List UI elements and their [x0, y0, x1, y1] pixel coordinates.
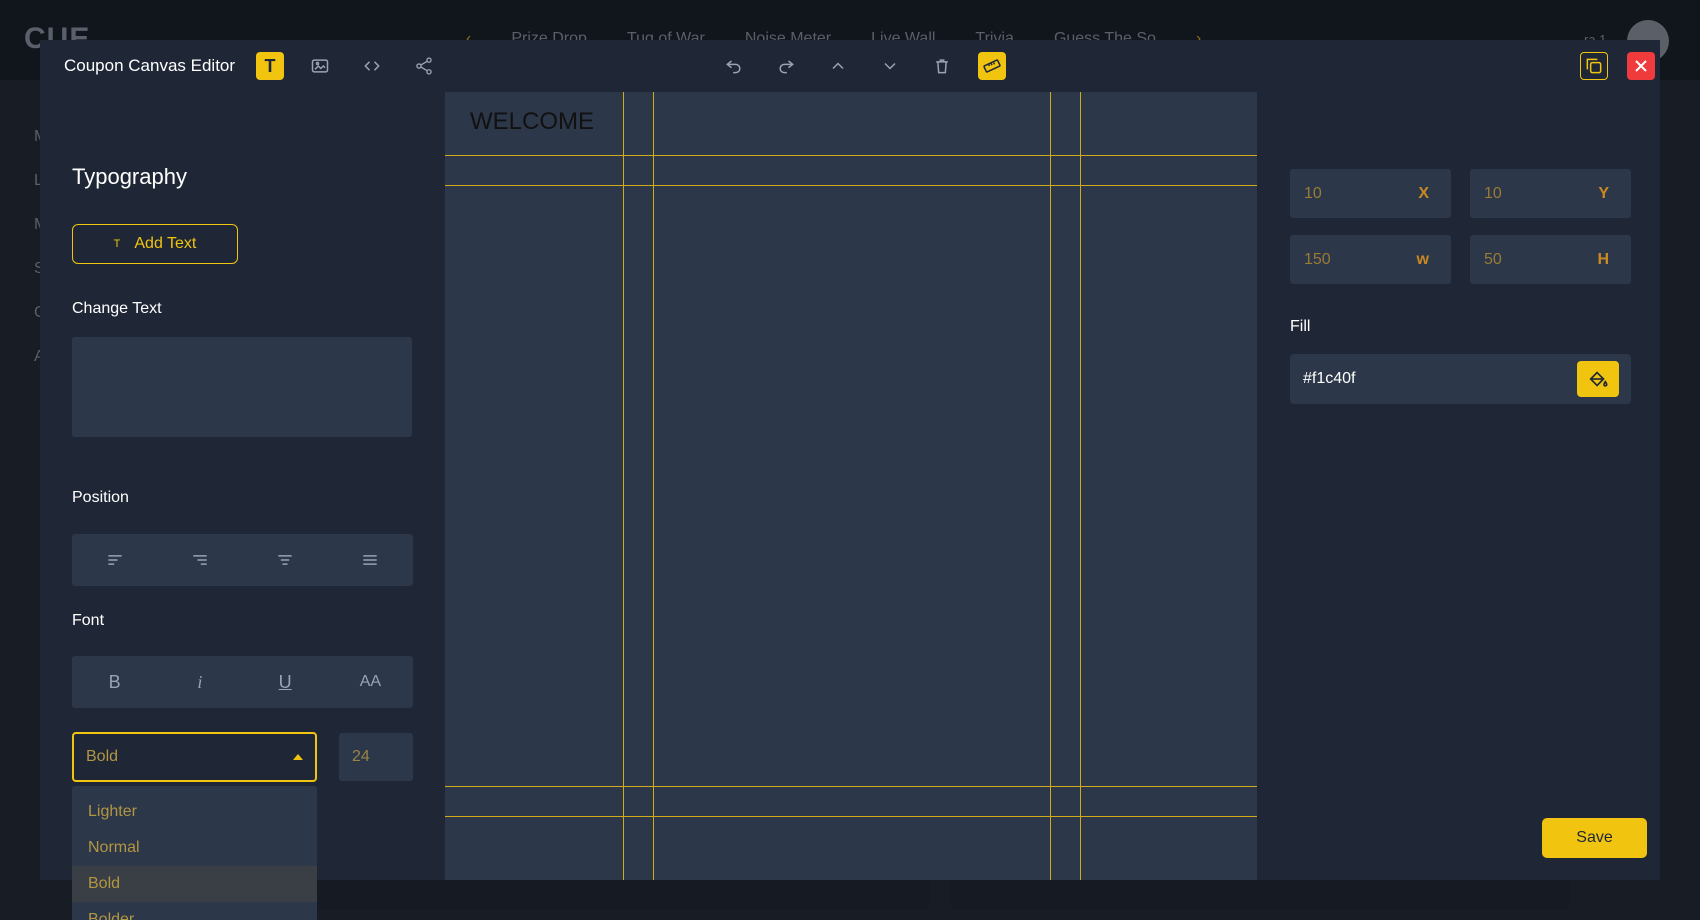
align-center-button[interactable] [271, 546, 299, 574]
text-tool-button[interactable]: T [256, 52, 284, 80]
coupon-canvas[interactable]: WELCOME [445, 92, 1257, 880]
text-icon: T [113, 238, 121, 250]
width-label: w [1416, 250, 1429, 268]
font-weight-option[interactable]: Lighter [72, 794, 317, 830]
y-input[interactable]: 10 Y [1470, 169, 1631, 218]
close-button[interactable] [1627, 52, 1655, 80]
guide-line [653, 92, 654, 880]
align-right-icon [193, 555, 207, 565]
fill-color-picker-button[interactable] [1577, 361, 1619, 397]
guide-line [445, 185, 1257, 186]
typography-panel: Typography T Add Text Change Text Positi… [40, 92, 445, 920]
underline-icon: U [278, 671, 292, 692]
guide-line [1080, 92, 1081, 880]
font-weight-dropdown: Lighter Normal Bold Bolder [72, 786, 317, 920]
bold-icon: B [108, 671, 121, 692]
send-backward-button[interactable] [876, 52, 904, 80]
chevron-up-icon [832, 62, 844, 70]
redo-button[interactable] [772, 52, 800, 80]
font-size-icon: AA [359, 673, 382, 690]
align-justify-button[interactable] [356, 546, 384, 574]
x-label: X [1418, 184, 1429, 202]
y-label: Y [1598, 184, 1609, 202]
delete-button[interactable] [928, 52, 956, 80]
underline-button[interactable]: U [271, 668, 299, 696]
share-icon [416, 57, 432, 75]
italic-button[interactable]: i [186, 668, 214, 696]
font-weight-select[interactable]: Bold [72, 732, 317, 782]
height-input[interactable]: 50 H [1470, 235, 1631, 284]
width-value: 150 [1304, 250, 1331, 268]
code-icon [364, 61, 380, 71]
alignment-buttons [72, 534, 413, 586]
guide-line [445, 155, 1257, 156]
height-label: H [1597, 250, 1609, 268]
font-weight-value: Bold [86, 748, 119, 765]
align-left-button[interactable] [101, 546, 129, 574]
align-right-button[interactable] [186, 546, 214, 574]
modal-title: Coupon Canvas Editor [64, 56, 236, 75]
bring-forward-button[interactable] [824, 52, 852, 80]
font-weight-option[interactable]: Bolder [72, 902, 317, 920]
copy-icon [1586, 58, 1602, 74]
height-value: 50 [1484, 250, 1502, 268]
image-icon [311, 59, 329, 73]
properties-panel: 10 X 10 Y 150 w 50 H Fill #f1c40f [1257, 92, 1660, 880]
font-size-button[interactable]: AA [356, 668, 384, 696]
ruler-toggle-button[interactable] [978, 52, 1006, 80]
x-value: 10 [1304, 184, 1322, 202]
canvas-text-element[interactable]: WELCOME [470, 108, 594, 136]
undo-icon [726, 60, 741, 74]
y-value: 10 [1484, 184, 1502, 202]
save-button[interactable]: Save [1542, 818, 1647, 858]
close-icon [1635, 60, 1647, 72]
fill-color-input[interactable]: #f1c40f [1290, 354, 1631, 404]
paint-bucket-icon [1589, 371, 1608, 387]
text-icon: T [264, 55, 276, 76]
change-text-label: Change Text [72, 300, 162, 317]
share-button[interactable] [410, 52, 438, 80]
change-text-input[interactable] [72, 337, 412, 437]
width-input[interactable]: 150 w [1290, 235, 1451, 284]
panel-title: Typography [72, 164, 187, 189]
bold-button[interactable]: B [101, 668, 129, 696]
ruler-icon [983, 59, 1001, 73]
align-center-icon [278, 555, 292, 565]
image-tool-button[interactable] [306, 52, 334, 80]
guide-line [445, 786, 1257, 787]
align-left-icon [107, 555, 122, 565]
font-label: Font [72, 612, 105, 629]
duplicate-button[interactable] [1580, 52, 1608, 80]
font-weight-option[interactable]: Normal [72, 830, 317, 866]
add-text-button[interactable]: T Add Text [72, 224, 238, 264]
position-label: Position [72, 489, 129, 506]
font-weight-option[interactable]: Bold [72, 866, 317, 902]
caret-up-icon [293, 754, 303, 760]
italic-icon: i [197, 671, 203, 692]
font-style-buttons: B i U AA [72, 656, 413, 708]
trash-icon [936, 59, 948, 74]
undo-button[interactable] [720, 52, 748, 80]
code-tool-button[interactable] [358, 52, 386, 80]
font-size-input[interactable]: 24 [339, 733, 413, 781]
guide-line [445, 816, 1257, 817]
modal-header: Coupon Canvas Editor T [40, 40, 1660, 92]
x-input[interactable]: 10 X [1290, 169, 1451, 218]
fill-label: Fill [1290, 318, 1311, 335]
add-text-label: Add Text [134, 235, 197, 252]
align-justify-icon [363, 555, 378, 565]
chevron-down-icon [884, 62, 896, 70]
redo-icon [779, 60, 794, 74]
coupon-editor-modal: Coupon Canvas Editor T Typography T Add … [40, 40, 1660, 920]
guide-line [623, 92, 624, 880]
fill-color-value: #f1c40f [1303, 370, 1356, 387]
guide-line [1050, 92, 1051, 880]
